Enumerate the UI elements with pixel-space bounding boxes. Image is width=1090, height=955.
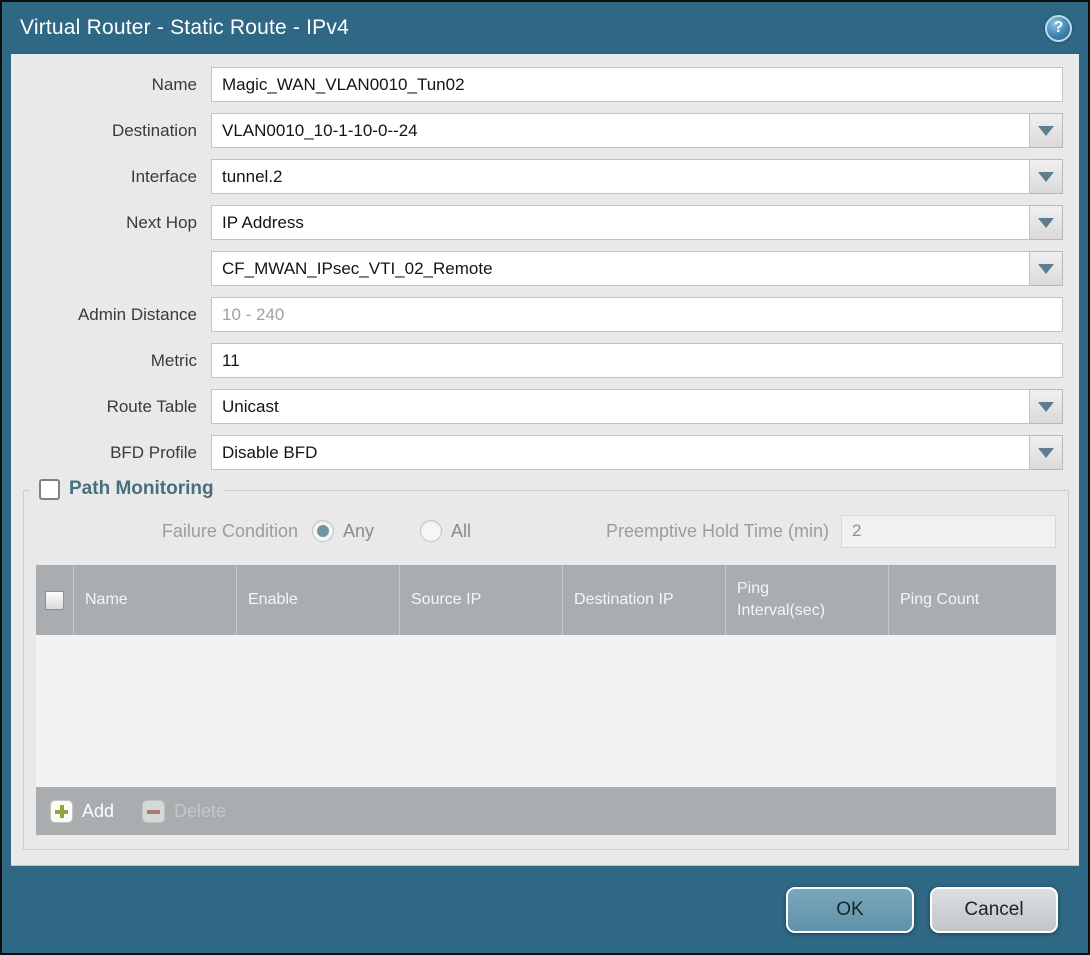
form-row-admin-distance: Admin Distance	[11, 297, 1063, 332]
column-header-enable[interactable]: Enable	[237, 565, 400, 635]
metric-input[interactable]	[211, 343, 1063, 378]
next-hop-type-dropdown-button[interactable]	[1030, 205, 1063, 240]
path-monitoring-title: Path Monitoring	[69, 478, 214, 500]
dialog-body: Name Destination Interface	[11, 54, 1079, 866]
destination-dropdown-button[interactable]	[1030, 113, 1063, 148]
radio-all-label: All	[451, 521, 471, 542]
table-header: Name Enable Source IP Destination IP Pin…	[36, 565, 1056, 635]
column-header-source-ip[interactable]: Source IP	[400, 565, 563, 635]
form-row-destination: Destination	[11, 113, 1063, 148]
chevron-down-icon	[1038, 172, 1054, 182]
radio-all[interactable]	[420, 520, 442, 542]
admin-distance-input[interactable]	[211, 297, 1063, 332]
help-icon[interactable]: ?	[1045, 15, 1072, 42]
path-monitoring-legend: Path Monitoring	[30, 478, 223, 500]
column-header-ping-count[interactable]: Ping Count	[889, 565, 1056, 635]
column-header-ping-interval[interactable]: Ping Interval(sec)	[726, 565, 889, 635]
route-table-input[interactable]	[211, 389, 1030, 424]
interface-dropdown-button[interactable]	[1030, 159, 1063, 194]
interface-label: Interface	[11, 167, 211, 187]
failure-condition-all-option: All	[420, 520, 471, 542]
form-row-route-table: Route Table	[11, 389, 1063, 424]
column-header-name[interactable]: Name	[74, 565, 237, 635]
form-row-next-hop: Next Hop	[11, 205, 1063, 240]
route-table-label: Route Table	[11, 397, 211, 417]
form-row-name: Name	[11, 67, 1063, 102]
preemptive-hold-time-input[interactable]	[841, 515, 1056, 548]
preemptive-hold-time-label: Preemptive Hold Time (min)	[606, 521, 829, 542]
form-row-bfd-profile: BFD Profile	[11, 435, 1063, 470]
dialog-footer: OK Cancel	[2, 866, 1088, 953]
plus-icon	[50, 800, 73, 823]
failure-condition-any-option: Any	[312, 520, 374, 542]
cancel-button[interactable]: Cancel	[930, 887, 1058, 933]
metric-label: Metric	[11, 351, 211, 371]
select-all-checkbox[interactable]	[45, 591, 64, 610]
next-hop-type-input[interactable]	[211, 205, 1030, 240]
titlebar: Virtual Router - Static Route - IPv4 ?	[2, 2, 1088, 54]
header-checkbox-cell	[36, 565, 74, 635]
delete-button[interactable]: Delete	[142, 800, 226, 823]
path-monitoring-checkbox[interactable]	[39, 479, 60, 500]
failure-condition-label: Failure Condition	[36, 521, 298, 542]
table-toolbar: Add Delete	[36, 787, 1056, 835]
route-table-dropdown-button[interactable]	[1030, 389, 1063, 424]
ok-button[interactable]: OK	[786, 887, 914, 933]
next-hop-address-input[interactable]	[211, 251, 1030, 286]
dialog-title: Virtual Router - Static Route - IPv4	[20, 16, 349, 40]
add-button[interactable]: Add	[50, 800, 114, 823]
name-input[interactable]	[211, 67, 1063, 102]
static-route-dialog: Virtual Router - Static Route - IPv4 ? N…	[0, 0, 1090, 955]
next-hop-address-dropdown-button[interactable]	[1030, 251, 1063, 286]
form-row-interface: Interface	[11, 159, 1063, 194]
chevron-down-icon	[1038, 126, 1054, 136]
path-monitoring-table: Name Enable Source IP Destination IP Pin…	[36, 565, 1056, 835]
form-row-next-hop-address	[11, 251, 1063, 286]
destination-label: Destination	[11, 121, 211, 141]
chevron-down-icon	[1038, 264, 1054, 274]
column-header-destination-ip[interactable]: Destination IP	[563, 565, 726, 635]
destination-input[interactable]	[211, 113, 1030, 148]
next-hop-label: Next Hop	[11, 213, 211, 233]
path-monitoring-section: Path Monitoring Failure Condition Any Al…	[23, 490, 1069, 850]
admin-distance-label: Admin Distance	[11, 305, 211, 325]
radio-any[interactable]	[312, 520, 334, 542]
bfd-profile-input[interactable]	[211, 435, 1030, 470]
chevron-down-icon	[1038, 402, 1054, 412]
minus-icon	[142, 800, 165, 823]
bfd-profile-label: BFD Profile	[11, 443, 211, 463]
radio-any-label: Any	[343, 521, 374, 542]
name-label: Name	[11, 75, 211, 95]
form-row-metric: Metric	[11, 343, 1063, 378]
table-body-empty	[36, 635, 1056, 787]
chevron-down-icon	[1038, 448, 1054, 458]
chevron-down-icon	[1038, 218, 1054, 228]
failure-condition-row: Failure Condition Any All Preemptive Hol…	[36, 513, 1056, 549]
interface-input[interactable]	[211, 159, 1030, 194]
bfd-profile-dropdown-button[interactable]	[1030, 435, 1063, 470]
